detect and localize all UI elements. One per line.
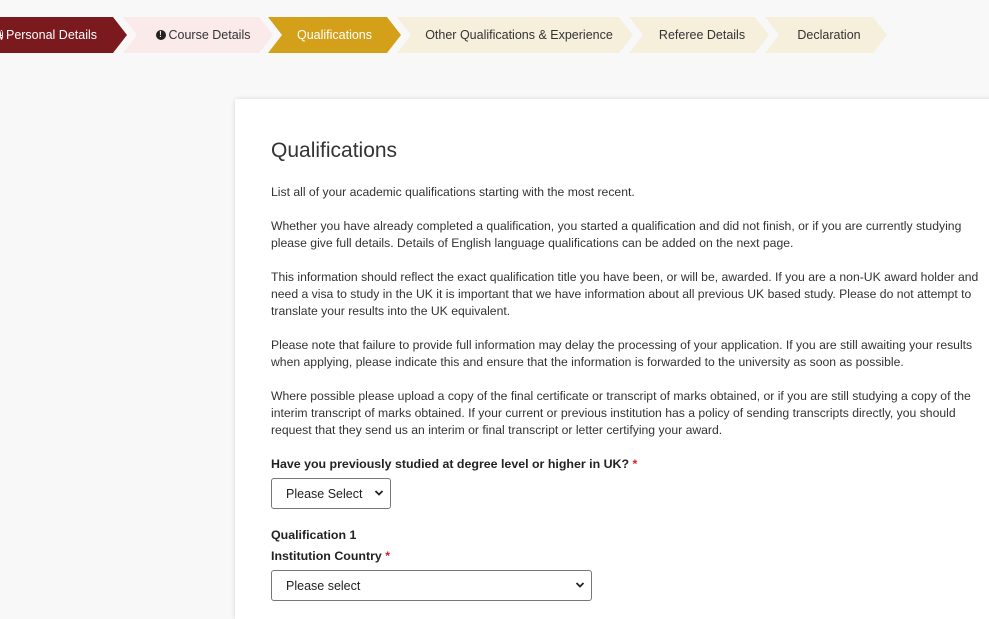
form-card: Qualifications List all of your academic… (235, 99, 989, 619)
intro-paragraph: List all of your academic qualifications… (271, 185, 635, 199)
instruction-paragraph: Whether you have already completed a qua… (271, 219, 962, 250)
qualification-heading: Qualification 1 (271, 528, 357, 542)
uk-study-question-label: Have you previously studied at degree le… (271, 457, 638, 471)
step-label: Other Qualifications & Experience (425, 28, 613, 42)
institution-country-label: Institution Country * (271, 549, 391, 563)
exclamation-circle-icon: ! (0, 30, 3, 40)
step-label: Personal Details (5, 28, 97, 42)
chevron-down-icon (575, 582, 585, 588)
page-title: Qualifications (271, 139, 398, 162)
exclamation-circle-icon: ! (155, 30, 166, 40)
chevron-down-icon (374, 490, 384, 496)
step-label: Declaration (797, 28, 861, 42)
step-label: Qualifications (296, 28, 373, 42)
step-label: Course Details (168, 28, 251, 42)
step-qualifications[interactable]: Qualifications (268, 17, 401, 53)
step-label: Referee Details (658, 28, 746, 42)
step-declaration[interactable]: Declaration (765, 17, 887, 53)
step-course-details[interactable]: ! Course Details (123, 17, 273, 53)
required-mark: * (385, 549, 391, 563)
select-value: Please select (286, 578, 361, 593)
uk-study-select[interactable]: Please Select (271, 478, 391, 509)
step-other-qualifications[interactable]: Other Qualifications & Experience (397, 17, 633, 53)
instruction-paragraph: Where possible please upload a copy of t… (271, 389, 971, 437)
required-mark: * (632, 457, 638, 471)
select-value: Please Select (286, 486, 363, 501)
progress-stepper: ! Personal Details ! Course Details Qual… (0, 17, 989, 53)
instruction-paragraph: Please note that failure to provide full… (271, 338, 973, 369)
step-referee-details[interactable]: Referee Details (629, 17, 769, 53)
institution-country-select[interactable]: Please select (271, 570, 592, 601)
instruction-paragraph: This information should reflect the exac… (271, 270, 979, 318)
step-personal-details[interactable]: ! Personal Details (0, 17, 127, 53)
